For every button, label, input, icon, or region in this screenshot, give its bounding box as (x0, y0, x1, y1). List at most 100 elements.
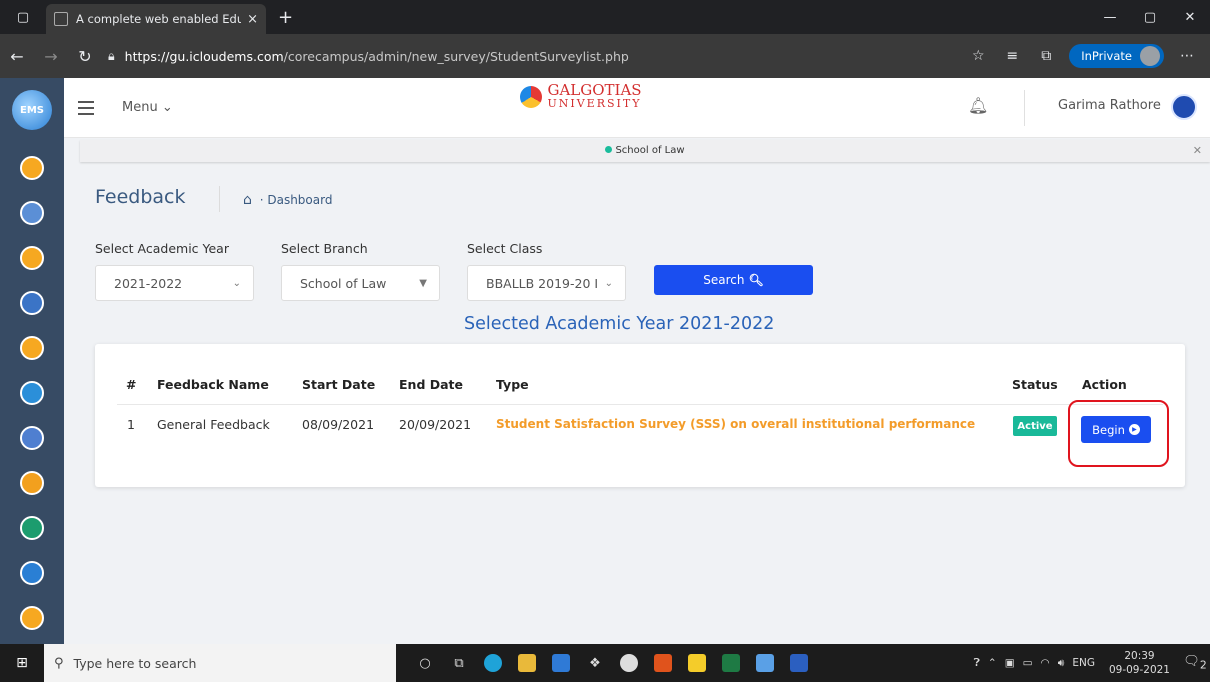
forward-icon[interactable]: → (34, 39, 68, 73)
school-label: School of Law (615, 145, 685, 156)
ems-logo[interactable]: EMS (12, 90, 52, 130)
col-header-num: # (126, 377, 137, 392)
system-tray: ❓︎ ⌃ ▣ ▭ ◠ 🔊︎ ENG 20:39 09-09-2021 🗨︎2 (970, 644, 1210, 682)
word-icon[interactable] (782, 646, 816, 680)
search-button[interactable]: Search 🔍︎ (654, 265, 813, 295)
windows-start-icon[interactable]: ⊞ (0, 655, 44, 671)
address-bar-row: ← → ↻ 🔒︎ https://gu.icloudems.com /corec… (0, 34, 1210, 78)
col-header-name: Feedback Name (157, 377, 269, 392)
profile-avatar (1140, 46, 1160, 66)
refresh-icon[interactable]: ↻ (68, 39, 102, 73)
taskbar-apps: ○ ⧉ ❖ (408, 646, 816, 680)
inprivate-badge[interactable]: InPrivate (1069, 44, 1164, 68)
sidebar-item-11-icon[interactable] (20, 606, 44, 630)
volume-icon[interactable]: 🔊︎ (1054, 657, 1069, 670)
brand-sub: UNIVERSITY (547, 97, 642, 110)
collections-icon[interactable]: ⧉ (1029, 39, 1063, 73)
branch-label: Select Branch (281, 241, 368, 256)
status-dot-icon (605, 146, 613, 153)
bell-icon[interactable]: 🔔︎ (968, 96, 988, 115)
class-value: BBALLB 2019-20 I (486, 275, 599, 291)
col-header-type: Type (496, 377, 529, 392)
favorite-icon[interactable]: ☆ (961, 39, 995, 73)
university-logo: GALGOTIAS UNIVERSITY (516, 83, 646, 111)
notification-icon[interactable]: 🗨︎2 (1180, 654, 1210, 672)
search-button-label: Search (703, 273, 745, 287)
task-view-icon[interactable]: ⧉ (442, 646, 476, 680)
chevron-down-icon: ⌄ (232, 277, 241, 289)
favorites-list-icon[interactable]: ≡ (995, 39, 1029, 73)
taskbar-search-input[interactable]: ⚲ Type here to search (44, 644, 396, 682)
minimize-icon[interactable]: — (1090, 0, 1130, 34)
sidebar-item-7-icon[interactable] (20, 426, 44, 450)
academic-year-label: Select Academic Year (95, 241, 229, 256)
notification-count: 2 (1199, 658, 1207, 672)
title-divider (219, 186, 220, 212)
brand-wordmark: GALGOTIAS UNIVERSITY (547, 83, 642, 111)
user-name[interactable]: Garima Rathore (1058, 98, 1161, 113)
tab-title: A complete web enabled Educat (76, 12, 242, 26)
search-icon: 🔍︎ (748, 273, 764, 287)
page-icon (54, 12, 68, 26)
workspaces-icon[interactable]: ▢ (0, 0, 46, 34)
clock-date: 09-09-2021 (1108, 664, 1170, 676)
browser-tab[interactable]: A complete web enabled Educat × (46, 4, 266, 34)
tray-app-icon[interactable]: ▣ (1001, 657, 1019, 669)
hamburger-icon[interactable] (64, 99, 108, 117)
help-icon[interactable]: ❓︎ (970, 657, 984, 670)
clock[interactable]: 20:39 09-09-2021 (1099, 649, 1180, 677)
new-tab-button[interactable]: + (266, 7, 305, 34)
status-badge: Active (1013, 416, 1057, 436)
sidebar-item-10-icon[interactable] (20, 561, 44, 585)
obs-icon[interactable] (612, 646, 646, 680)
chevron-up-icon[interactable]: ⌃ (984, 657, 1001, 669)
user-avatar[interactable] (1171, 94, 1197, 120)
more-icon[interactable]: ⋯ (1170, 39, 1204, 73)
url-field[interactable]: 🔒︎ https://gu.icloudems.com /corecampus/… (102, 41, 961, 71)
branch-select[interactable]: School of Law ▼ (281, 265, 440, 301)
home-icon[interactable]: ⌂ (243, 192, 252, 208)
window-controls: — ▢ ✕ (1090, 0, 1210, 34)
close-school-bar-icon[interactable]: ✕ (1193, 140, 1202, 162)
back-icon[interactable]: ← (0, 39, 34, 73)
sidebar-item-1-icon[interactable] (20, 156, 44, 180)
academic-year-select[interactable]: 2021-2022 ⌄ (95, 265, 254, 301)
sidebar-item-2-icon[interactable] (20, 201, 44, 225)
dropbox-icon[interactable]: ❖ (578, 646, 612, 680)
sticky-notes-icon[interactable] (680, 646, 714, 680)
language-indicator[interactable]: ENG (1068, 657, 1099, 669)
file-explorer-icon[interactable] (510, 646, 544, 680)
header-divider (117, 404, 1163, 405)
sidebar-item-6-icon[interactable] (20, 381, 44, 405)
app-header: Menu ⌄ GALGOTIAS UNIVERSITY 🔔︎ Garima Rat… (64, 78, 1210, 138)
restore-icon[interactable]: ▢ (1130, 0, 1170, 34)
class-select[interactable]: BBALLB 2019-20 I ⌄ (467, 265, 626, 301)
sidebar-item-5-icon[interactable] (20, 336, 44, 360)
excel-icon[interactable] (714, 646, 748, 680)
selected-year-heading: Selected Academic Year 2021-2022 (464, 314, 775, 334)
academic-year-value: 2021-2022 (114, 275, 183, 291)
battery-icon[interactable]: ▭ (1019, 657, 1037, 669)
edge-icon[interactable] (476, 646, 510, 680)
mail-icon[interactable] (544, 646, 578, 680)
sidebar-item-4-icon[interactable] (20, 291, 44, 315)
paint-icon[interactable] (748, 646, 782, 680)
col-header-status: Status (1012, 377, 1058, 392)
close-tab-icon[interactable]: × (247, 12, 258, 27)
chevron-down-icon: ⌄ (161, 100, 173, 115)
office-icon[interactable] (646, 646, 680, 680)
header-divider (1024, 90, 1025, 126)
sidebar-item-3-icon[interactable] (20, 246, 44, 270)
row-end-date: 20/09/2021 (399, 417, 472, 432)
row-num: 1 (127, 417, 135, 432)
close-window-icon[interactable]: ✕ (1170, 0, 1210, 34)
galgotias-g-icon (520, 86, 543, 108)
cortana-icon[interactable]: ○ (408, 646, 442, 680)
wifi-icon[interactable]: ◠ (1037, 657, 1054, 669)
chevron-down-icon: ⌄ (604, 277, 613, 289)
breadcrumb-dashboard[interactable]: Dashboard (267, 193, 332, 207)
inprivate-label: InPrivate (1081, 49, 1132, 63)
menu-dropdown[interactable]: Menu ⌄ (122, 100, 173, 115)
sidebar-item-8-icon[interactable] (20, 471, 44, 495)
sidebar-item-9-icon[interactable] (20, 516, 44, 540)
